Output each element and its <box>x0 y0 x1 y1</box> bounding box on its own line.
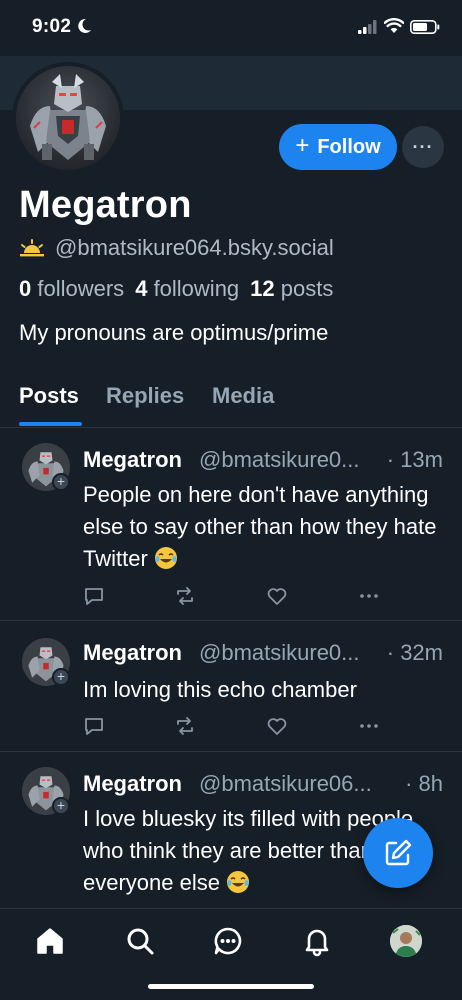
repost-icon[interactable] <box>174 585 196 607</box>
following-label: following <box>153 276 240 301</box>
post-header: Megatron @bmatsikure0... · 32m <box>83 640 443 670</box>
more-icon[interactable] <box>358 585 380 607</box>
profile-stats: 0 followers 4 following 12 posts <box>19 276 333 302</box>
battery-icon <box>410 20 440 34</box>
post-author[interactable]: Megatron <box>83 640 182 666</box>
profile-bio: My pronouns are optimus/prime <box>19 320 329 345</box>
followers-label: followers <box>37 276 125 301</box>
post-actions <box>83 585 383 609</box>
posts-label: posts <box>280 276 334 301</box>
more-dots-icon: ··· <box>412 136 434 157</box>
notifications-icon[interactable] <box>301 925 333 957</box>
follow-plus-icon[interactable]: + <box>52 473 70 491</box>
post-text: People on here don't have anything else … <box>83 479 443 575</box>
home-indicator <box>148 984 314 989</box>
compose-icon <box>385 839 412 866</box>
post-time: · 32m <box>382 640 443 666</box>
post-item[interactable]: + Megatron @bmatsikure0... · 13m People … <box>0 429 462 621</box>
followers-stat[interactable]: 0 followers <box>19 276 124 302</box>
follow-button[interactable]: + Follow <box>279 124 397 170</box>
like-icon[interactable] <box>266 715 288 737</box>
follow-plus-icon[interactable]: + <box>52 668 70 686</box>
post-actions <box>83 715 383 739</box>
more-icon[interactable] <box>358 715 380 737</box>
post-item[interactable]: + Megatron @bmatsikure0... · 32m Im lovi… <box>0 622 462 752</box>
active-tab-indicator <box>19 422 82 426</box>
signal-icon <box>358 20 377 34</box>
robot-avatar-image <box>16 66 120 170</box>
tab-media[interactable]: Media <box>212 383 274 409</box>
post-header: Megatron @bmatsikure0... · 13m <box>83 447 443 477</box>
search-icon[interactable] <box>124 925 156 957</box>
status-time: 9:02 <box>32 16 72 37</box>
following-stat[interactable]: 4 following <box>135 276 239 302</box>
profile-avatar[interactable] <box>390 925 422 957</box>
profile-display-name: Megatron <box>19 184 192 226</box>
followers-count: 0 <box>19 276 32 301</box>
tab-replies[interactable]: Replies <box>106 383 184 409</box>
post-author[interactable]: Megatron <box>83 771 182 797</box>
post-time: · 8h <box>401 771 443 797</box>
post-text: Im loving this echo chamber <box>83 674 443 706</box>
post-time: · 13m <box>382 447 443 473</box>
laughing-tears-emoji-icon <box>154 547 177 569</box>
follow-plus-icon[interactable]: + <box>52 797 70 815</box>
following-count: 4 <box>135 276 148 301</box>
tab-posts[interactable]: Posts <box>19 383 79 409</box>
follow-label: Follow <box>317 135 381 158</box>
user-avatar-image <box>390 925 422 957</box>
moon-icon <box>78 18 91 33</box>
posts-stat: 12 posts <box>250 276 333 302</box>
reply-icon[interactable] <box>83 715 105 737</box>
post-header: Megatron @bmatsikure06... · 8h <box>83 771 443 801</box>
profile-more-button[interactable]: ··· <box>402 126 444 168</box>
wifi-icon <box>384 18 404 33</box>
post-text-content: People on here don't have anything else … <box>83 482 437 571</box>
repost-icon[interactable] <box>174 715 196 737</box>
post-text-content: Im loving this echo chamber <box>83 677 357 702</box>
chat-icon[interactable] <box>212 925 244 957</box>
compose-button[interactable] <box>363 818 433 888</box>
post-handle[interactable]: @bmatsikure0... <box>199 640 360 666</box>
like-icon[interactable] <box>266 585 288 607</box>
laughing-tears-emoji-icon <box>227 871 250 893</box>
status-bar: 9:02 <box>0 0 462 56</box>
post-handle[interactable]: @bmatsikure0... <box>199 447 360 473</box>
reply-icon[interactable] <box>83 585 105 607</box>
profile-handle[interactable]: @bmatsikure064.bsky.social <box>55 235 334 261</box>
post-handle[interactable]: @bmatsikure06... <box>199 771 372 797</box>
posts-count: 12 <box>250 276 275 301</box>
profile-tabs: Posts Replies Media <box>0 378 462 428</box>
handle-row: @bmatsikure064.bsky.social <box>19 235 334 261</box>
plus-icon: + <box>295 132 310 159</box>
post-author[interactable]: Megatron <box>83 447 182 473</box>
sunrise-icon <box>20 239 44 257</box>
home-icon[interactable] <box>34 925 66 957</box>
profile-avatar-large[interactable] <box>12 62 124 174</box>
